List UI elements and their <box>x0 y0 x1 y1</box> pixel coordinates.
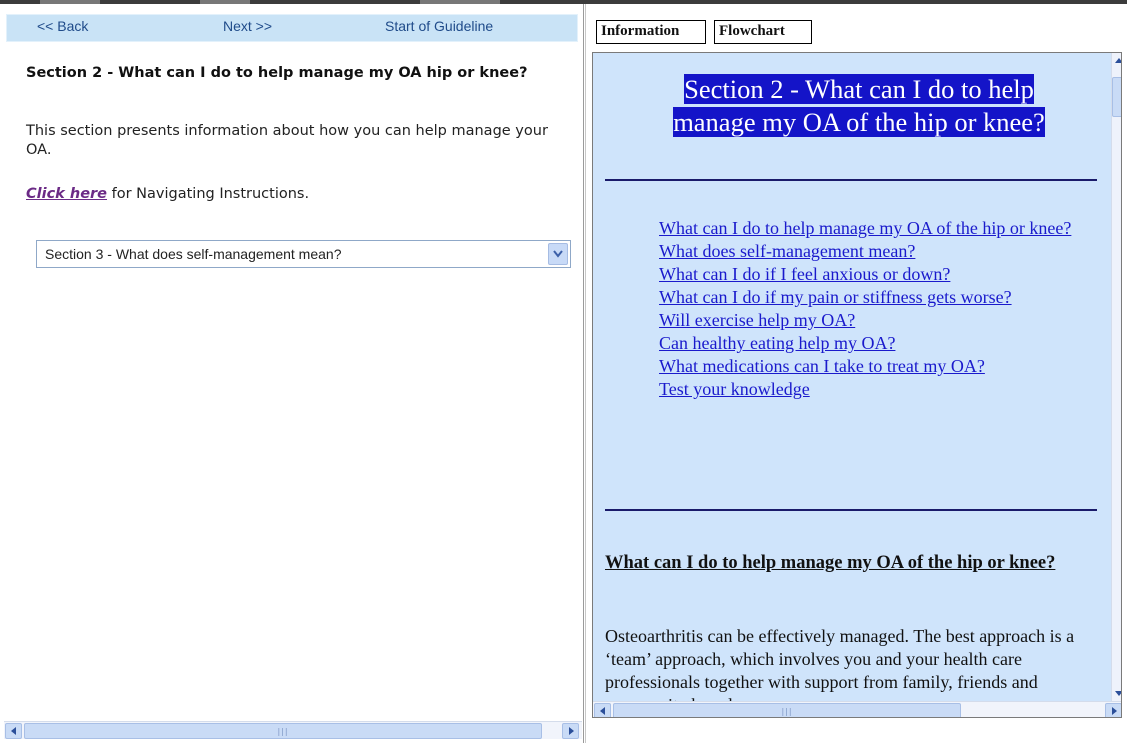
right-vertical-scrollbar[interactable] <box>1111 53 1121 701</box>
click-here-link[interactable]: Click here <box>26 186 107 202</box>
topic-link[interactable]: What can I do if my pain or stiffness ge… <box>659 287 1012 307</box>
arrow-down-icon[interactable] <box>1112 685 1121 700</box>
vertical-scroll-thumb[interactable] <box>1112 77 1121 117</box>
list-item: What medications can I take to treat my … <box>659 355 1099 378</box>
right-scroll-thumb[interactable]: ||| <box>613 703 961 717</box>
left-horizontal-scrollbar[interactable]: ||| <box>4 721 582 739</box>
topic-link[interactable]: What can I do if I feel anxious or down? <box>659 264 950 284</box>
divider <box>605 179 1097 181</box>
tab-flowchart[interactable]: Flowchart <box>714 20 812 44</box>
list-item: What can I do if my pain or stiffness ge… <box>659 286 1099 309</box>
divider <box>605 509 1097 511</box>
topic-link[interactable]: Can healthy eating help my OA? <box>659 333 895 353</box>
arrow-left-icon[interactable] <box>5 723 22 739</box>
topic-link[interactable]: What does self-management mean? <box>659 241 915 261</box>
instructions-text: for Navigating Instructions. <box>107 186 310 202</box>
arrow-right-icon[interactable] <box>1105 703 1121 717</box>
left-scroll-thumb[interactable]: ||| <box>24 723 542 739</box>
list-item: Test your knowledge <box>659 378 1099 401</box>
tab-information[interactable]: Information <box>596 20 706 44</box>
arrow-left-icon[interactable] <box>594 703 611 717</box>
section-select[interactable]: Section 3 - What does self-management me… <box>36 240 571 268</box>
section-title: Section 2 - What can I do to help manage… <box>26 65 528 81</box>
topic-link[interactable]: Test your knowledge <box>659 379 810 399</box>
list-item: What can I do to help manage my OA of th… <box>659 217 1099 240</box>
navigation-instructions: Click here for Navigating Instructions. <box>26 186 309 202</box>
back-link[interactable]: << Back <box>37 18 88 34</box>
right-pane: Information Flowchart Section 2 - What c… <box>585 4 1127 743</box>
navigation-bar: << Back Next >> Start of Guideline <box>6 14 578 42</box>
scroll-grip: ||| <box>277 726 289 736</box>
list-item: What can I do if I feel anxious or down? <box>659 263 1099 286</box>
scroll-grip: ||| <box>781 706 793 716</box>
information-frame: Section 2 - What can I do to help manage… <box>592 52 1122 718</box>
section-select-value: Section 3 - What does self-management me… <box>45 246 342 262</box>
topic-link[interactable]: What can I do to help manage my OA of th… <box>659 218 1071 238</box>
list-item: Will exercise help my OA? <box>659 309 1099 332</box>
topic-link[interactable]: What medications can I take to treat my … <box>659 356 985 376</box>
list-item: Can healthy eating help my OA? <box>659 332 1099 355</box>
left-pane: << Back Next >> Start of Guideline Secti… <box>0 4 584 743</box>
chevron-down-icon[interactable] <box>548 243 568 265</box>
subsection-heading: What can I do to help manage my OA of th… <box>605 553 1056 573</box>
start-of-guideline-link[interactable]: Start of Guideline <box>385 18 493 34</box>
content-title: Section 2 - What can I do to help manage… <box>649 73 1069 139</box>
arrow-right-icon[interactable] <box>562 723 579 739</box>
section-description: This section presents information about … <box>26 123 548 158</box>
topic-link[interactable]: Will exercise help my OA? <box>659 310 855 330</box>
right-horizontal-scrollbar[interactable]: ||| <box>593 701 1121 717</box>
next-link[interactable]: Next >> <box>223 18 272 34</box>
list-item: What does self-management mean? <box>659 240 1099 263</box>
topic-links: What can I do to help manage my OA of th… <box>659 217 1099 401</box>
content-title-text: Section 2 - What can I do to help manage… <box>673 74 1045 137</box>
arrow-up-icon[interactable] <box>1112 53 1121 68</box>
